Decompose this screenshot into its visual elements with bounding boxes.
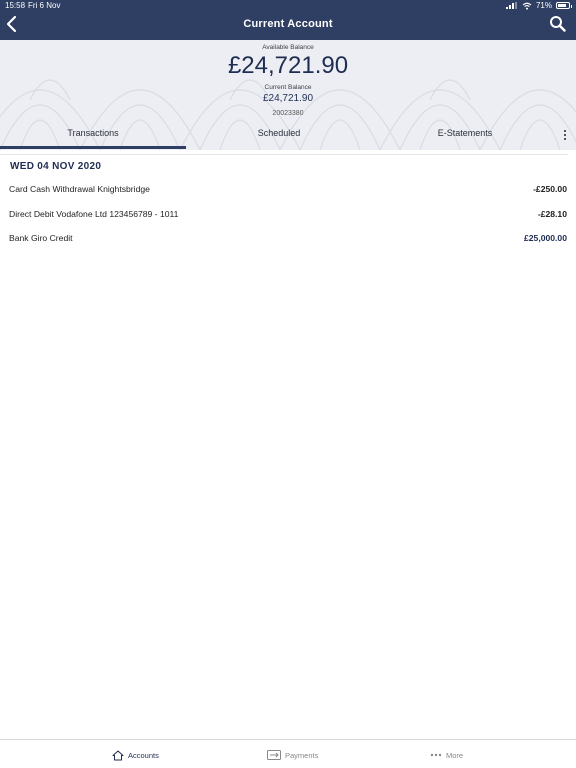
- transaction-amount: £25,000.00: [523, 233, 567, 243]
- transaction-amount: -£250.00: [533, 184, 567, 194]
- bottom-nav: Accounts Payments More: [0, 739, 576, 768]
- tab-bar: Transactions Scheduled E-Statements: [0, 122, 576, 150]
- nav-label: More: [446, 750, 464, 760]
- payments-icon: [267, 750, 281, 760]
- transaction-row[interactable]: Card Cash Withdrawal Knightsbridge -£250…: [0, 178, 576, 202]
- available-balance-label: Available Balance: [262, 44, 314, 51]
- tab-scheduled[interactable]: Scheduled: [186, 128, 372, 138]
- battery-icon: [556, 2, 572, 9]
- wifi-icon: [522, 2, 532, 10]
- tab-e-statements[interactable]: E-Statements: [372, 128, 558, 138]
- transaction-description: Card Cash Withdrawal Knightsbridge: [9, 184, 150, 194]
- top-bar: 15:58 Fri 6 Nov 71% Current Account: [0, 0, 576, 40]
- signal-icon: [505, 2, 518, 9]
- transaction-row[interactable]: Bank Giro Credit £25,000.00: [0, 227, 576, 251]
- status-time: 15:58: [5, 1, 26, 10]
- battery-percent: 71%: [535, 1, 552, 10]
- overflow-menu-icon[interactable]: [562, 130, 568, 144]
- more-icon: [430, 753, 442, 757]
- nav-label: Accounts: [128, 750, 159, 760]
- tab-transactions[interactable]: Transactions: [0, 128, 186, 138]
- transaction-amount: -£28.10: [537, 209, 567, 219]
- nav-accounts[interactable]: Accounts: [112, 748, 159, 762]
- date-header: WED 04 NOV 2020: [10, 161, 102, 172]
- transaction-description: Bank Giro Credit: [9, 233, 73, 243]
- account-number: 20023380: [272, 110, 304, 117]
- active-tab-indicator: [0, 146, 186, 149]
- transaction-description: Direct Debit Vodafone Ltd 123456789 - 10…: [9, 209, 179, 219]
- transaction-row[interactable]: Direct Debit Vodafone Ltd 123456789 - 10…: [0, 203, 576, 227]
- search-button[interactable]: [549, 15, 566, 32]
- home-icon: [112, 750, 124, 760]
- current-balance-amount: £24,721.90: [262, 93, 314, 104]
- nav-payments[interactable]: Payments: [267, 748, 318, 762]
- divider: [0, 154, 568, 155]
- status-indicators: 71%: [505, 1, 572, 10]
- page-title: Current Account: [243, 18, 333, 30]
- status-date: Fri 6 Nov: [28, 1, 61, 10]
- nav-label: Payments: [285, 750, 319, 760]
- current-balance-label: Current Balance: [264, 84, 312, 91]
- nav-more[interactable]: More: [430, 748, 463, 762]
- available-balance-amount: £24,721.90: [227, 52, 349, 79]
